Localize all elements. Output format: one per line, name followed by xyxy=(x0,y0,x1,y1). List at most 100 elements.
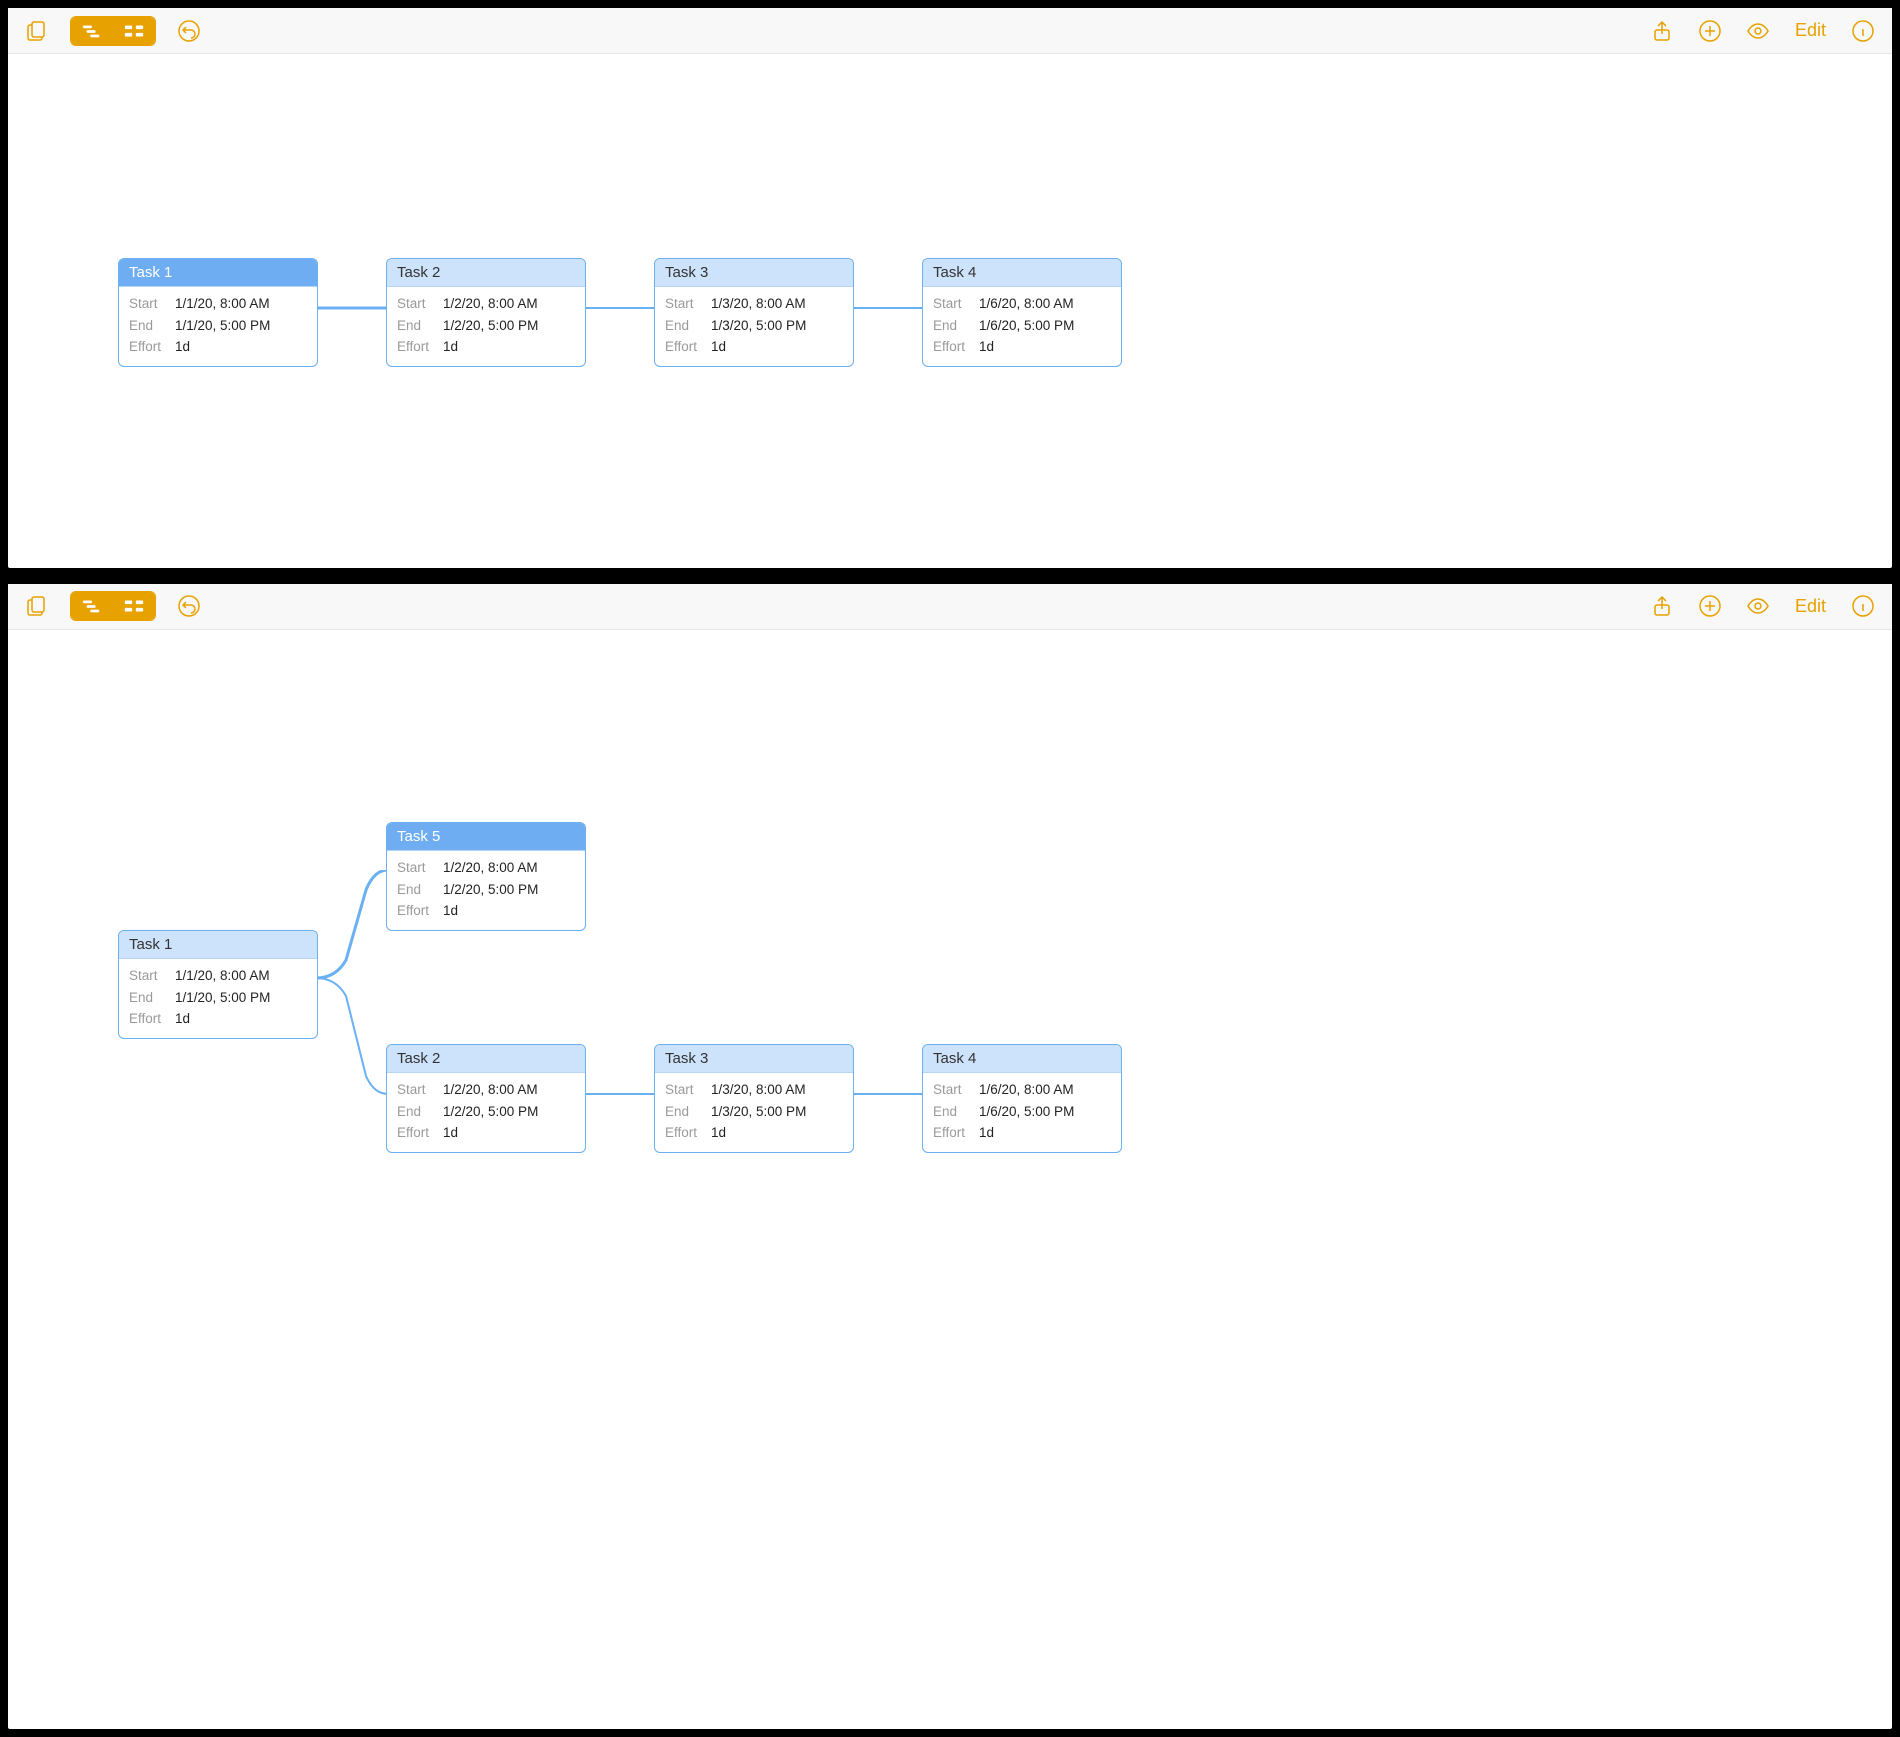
info-icon[interactable] xyxy=(1848,16,1878,46)
task-details: Start1/2/20, 8:00 AM End1/2/20, 5:00 PM … xyxy=(387,851,585,930)
network-view-button[interactable] xyxy=(113,17,155,45)
value-effort: 1d xyxy=(711,336,726,358)
toolbar: Edit xyxy=(8,584,1892,630)
value-start: 1/3/20, 8:00 AM xyxy=(711,293,806,315)
label-end: End xyxy=(397,879,443,901)
label-end: End xyxy=(397,315,443,337)
label-start: Start xyxy=(933,1079,979,1101)
label-start: Start xyxy=(129,965,175,987)
task-card[interactable]: Task 1 Start1/1/20, 8:00 AM End1/1/20, 5… xyxy=(118,258,318,367)
value-effort: 1d xyxy=(443,1122,458,1144)
label-start: Start xyxy=(129,293,175,315)
task-card[interactable]: Task 2 Start1/2/20, 8:00 AM End1/2/20, 5… xyxy=(386,258,586,367)
value-start: 1/6/20, 8:00 AM xyxy=(979,1079,1074,1101)
task-card[interactable]: Task 4 Start1/6/20, 8:00 AM End1/6/20, 5… xyxy=(922,1044,1122,1153)
label-end: End xyxy=(665,1101,711,1123)
undo-icon[interactable] xyxy=(174,591,204,621)
share-icon[interactable] xyxy=(1647,16,1677,46)
info-icon[interactable] xyxy=(1848,591,1878,621)
label-end: End xyxy=(933,315,979,337)
view-mode-segmented xyxy=(70,591,156,621)
value-start: 1/2/20, 8:00 AM xyxy=(443,1079,538,1101)
value-effort: 1d xyxy=(443,900,458,922)
label-start: Start xyxy=(397,1079,443,1101)
task-card[interactable]: Task 3 Start1/3/20, 8:00 AM End1/3/20, 5… xyxy=(654,258,854,367)
label-effort: Effort xyxy=(933,336,979,358)
label-start: Start xyxy=(665,293,711,315)
network-canvas[interactable]: Task 1 Start1/1/20, 8:00 AM End1/1/20, 5… xyxy=(8,54,1892,568)
value-start: 1/3/20, 8:00 AM xyxy=(711,1079,806,1101)
task-details: Start1/3/20, 8:00 AM End1/3/20, 5:00 PM … xyxy=(655,1073,853,1152)
edit-button[interactable]: Edit xyxy=(1791,20,1830,41)
task-title: Task 4 xyxy=(923,259,1121,287)
toolbar: Edit xyxy=(8,8,1892,54)
task-title: Task 1 xyxy=(119,931,317,959)
eye-icon[interactable] xyxy=(1743,591,1773,621)
add-icon[interactable] xyxy=(1695,591,1725,621)
task-details: Start1/6/20, 8:00 AM End1/6/20, 5:00 PM … xyxy=(923,1073,1121,1152)
task-title: Task 3 xyxy=(655,1045,853,1073)
share-icon[interactable] xyxy=(1647,591,1677,621)
task-card[interactable]: Task 3 Start1/3/20, 8:00 AM End1/3/20, 5… xyxy=(654,1044,854,1153)
label-end: End xyxy=(129,315,175,337)
task-card[interactable]: Task 2 Start1/2/20, 8:00 AM End1/2/20, 5… xyxy=(386,1044,586,1153)
task-details: Start1/3/20, 8:00 AM End1/3/20, 5:00 PM … xyxy=(655,287,853,366)
label-effort: Effort xyxy=(933,1122,979,1144)
value-effort: 1d xyxy=(443,336,458,358)
value-end: 1/1/20, 5:00 PM xyxy=(175,987,270,1009)
task-details: Start1/6/20, 8:00 AM End1/6/20, 5:00 PM … xyxy=(923,287,1121,366)
task-details: Start1/2/20, 8:00 AM End1/2/20, 5:00 PM … xyxy=(387,1073,585,1152)
documents-icon[interactable] xyxy=(22,591,52,621)
task-details: Start1/2/20, 8:00 AM End1/2/20, 5:00 PM … xyxy=(387,287,585,366)
label-effort: Effort xyxy=(129,336,175,358)
label-end: End xyxy=(129,987,175,1009)
label-start: Start xyxy=(397,293,443,315)
label-start: Start xyxy=(397,857,443,879)
network-view-button[interactable] xyxy=(113,592,155,620)
task-title: Task 2 xyxy=(387,259,585,287)
network-view-pane: Edit Task 1 Start1/1/20, 8:00 AM End1/1/… xyxy=(8,584,1892,1729)
value-end: 1/3/20, 5:00 PM xyxy=(711,1101,806,1123)
eye-icon[interactable] xyxy=(1743,16,1773,46)
value-effort: 1d xyxy=(711,1122,726,1144)
label-effort: Effort xyxy=(397,1122,443,1144)
label-end: End xyxy=(397,1101,443,1123)
label-effort: Effort xyxy=(665,1122,711,1144)
value-start: 1/1/20, 8:00 AM xyxy=(175,293,270,315)
label-start: Start xyxy=(933,293,979,315)
value-start: 1/1/20, 8:00 AM xyxy=(175,965,270,987)
label-effort: Effort xyxy=(129,1008,175,1030)
label-end: End xyxy=(933,1101,979,1123)
task-title: Task 3 xyxy=(655,259,853,287)
gantt-view-button[interactable] xyxy=(71,592,113,620)
add-icon[interactable] xyxy=(1695,16,1725,46)
value-end: 1/1/20, 5:00 PM xyxy=(175,315,270,337)
gantt-view-button[interactable] xyxy=(71,17,113,45)
documents-icon[interactable] xyxy=(22,16,52,46)
value-start: 1/2/20, 8:00 AM xyxy=(443,293,538,315)
value-end: 1/2/20, 5:00 PM xyxy=(443,879,538,901)
task-card[interactable]: Task 5 Start1/2/20, 8:00 AM End1/2/20, 5… xyxy=(386,822,586,931)
value-start: 1/6/20, 8:00 AM xyxy=(979,293,1074,315)
task-card[interactable]: Task 1 Start1/1/20, 8:00 AM End1/1/20, 5… xyxy=(118,930,318,1039)
task-details: Start1/1/20, 8:00 AM End1/1/20, 5:00 PM … xyxy=(119,287,317,366)
label-effort: Effort xyxy=(665,336,711,358)
value-start: 1/2/20, 8:00 AM xyxy=(443,857,538,879)
task-title: Task 4 xyxy=(923,1045,1121,1073)
value-effort: 1d xyxy=(979,1122,994,1144)
value-end: 1/2/20, 5:00 PM xyxy=(443,1101,538,1123)
label-end: End xyxy=(665,315,711,337)
edit-button[interactable]: Edit xyxy=(1791,596,1830,617)
network-view-pane: Edit Task 1 Start1/1/20, 8:00 AM End1/1/… xyxy=(8,8,1892,568)
view-mode-segmented xyxy=(70,16,156,46)
value-effort: 1d xyxy=(175,1008,190,1030)
label-effort: Effort xyxy=(397,900,443,922)
value-effort: 1d xyxy=(979,336,994,358)
value-end: 1/3/20, 5:00 PM xyxy=(711,315,806,337)
network-canvas[interactable]: Task 1 Start1/1/20, 8:00 AM End1/1/20, 5… xyxy=(8,630,1892,1729)
label-start: Start xyxy=(665,1079,711,1101)
label-effort: Effort xyxy=(397,336,443,358)
task-card[interactable]: Task 4 Start1/6/20, 8:00 AM End1/6/20, 5… xyxy=(922,258,1122,367)
value-end: 1/2/20, 5:00 PM xyxy=(443,315,538,337)
undo-icon[interactable] xyxy=(174,16,204,46)
